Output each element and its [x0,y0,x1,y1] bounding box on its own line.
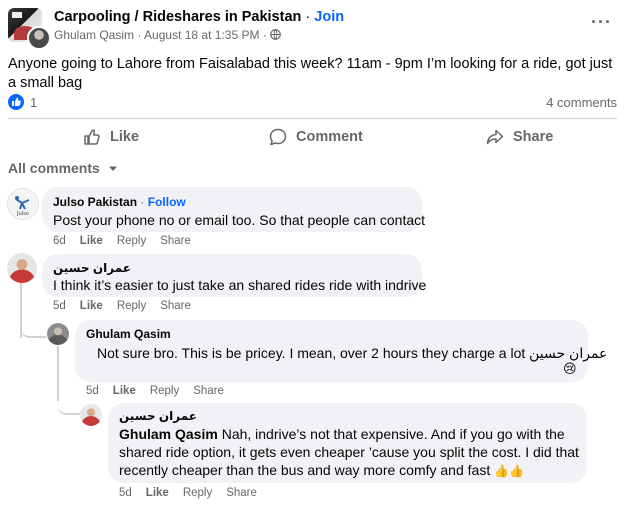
share-icon [486,129,504,145]
comment-icon [269,128,287,146]
comment-actions: 5d Like Reply Share [86,385,238,397]
join-link[interactable]: Join [314,9,344,25]
thumbs-up-emoji-icon: 👍👍 [494,464,524,478]
comment-text: Not sure bro. This is be pricey. I mean,… [97,345,608,361]
commenter-avatar[interactable] [47,323,69,345]
thread-line [57,346,59,401]
author-name-link[interactable]: Ghulam Qasim [54,28,134,42]
follow-link[interactable]: Follow [148,195,186,209]
like-button[interactable]: Like [82,126,139,148]
comment-bubble: عمران حسين I think it’s easier to just t… [42,254,426,297]
post-text: Anyone going to Lahore from Faisalabad t… [8,56,613,91]
commenter-name-link[interactable]: Ghulam Qasim [86,327,171,341]
divider [8,118,617,119]
like-icon [84,129,100,145]
comment-age[interactable]: 5d [119,487,132,499]
post-header-title: Carpooling / Rideshares in Pakistan · Jo… [54,9,345,25]
comment-age[interactable]: 5d [53,300,66,312]
reaction-count[interactable]: 1 [30,95,37,110]
comment-text: I think it’s easier to just take an shar… [53,277,427,293]
comment-actions: 5d Like Reply Share [53,300,205,312]
comment-reply-button[interactable]: Reply [183,487,212,499]
comments-count-link[interactable]: 4 comments [546,95,617,110]
comment-like-button[interactable]: Like [146,487,169,499]
comment-text: Ghulam Qasim Nah, indrive’s not that exp… [119,426,579,478]
globe-icon [270,29,282,40]
svg-text:Julso: Julso [16,211,29,217]
comment-age[interactable]: 5d [86,385,99,397]
author-avatar[interactable] [27,26,51,50]
commenter-avatar[interactable] [7,253,37,283]
thread-connector [57,395,81,415]
comment-bubble: Julso Pakistan · Follow Post your phone … [42,187,426,232]
comment-reply-button[interactable]: Reply [117,235,146,247]
mention-link[interactable]: Ghulam Qasim [119,426,218,442]
like-reaction-icon[interactable] [8,94,24,110]
comment-bubble: عمران حسين Ghulam Qasim Nah, indrive’s n… [108,403,587,483]
comment-age[interactable]: 6d [53,235,66,247]
commenter-name-link[interactable]: عمران حسين [119,409,197,423]
comment-like-button[interactable]: Like [113,385,136,397]
comment-actions: 6d Like Reply Share [53,235,205,247]
more-options-button[interactable]: ··· [591,12,612,33]
comment-share-button[interactable]: Share [193,385,224,397]
comment-bubble: Ghulam Qasim Not sure bro. This is be pr… [75,320,607,382]
comment-text: Post your phone no or email too. So that… [53,212,426,228]
commenter-avatar[interactable] [80,404,102,426]
post-meta: Ghulam Qasim · August 18 at 1:35 PM · [54,28,282,42]
comment-button[interactable]: Comment [268,126,363,148]
thread-connector [20,318,46,338]
comment-like-button[interactable]: Like [80,235,103,247]
mention-link[interactable]: عمران حسين [529,345,607,361]
comment-reply-button[interactable]: Reply [117,300,146,312]
comments-filter-dropdown[interactable]: All comments [8,160,118,176]
share-button[interactable]: Share [485,126,553,148]
commenter-avatar[interactable]: Julso [7,188,39,220]
commenter-name-link[interactable]: عمران حسين [53,261,131,275]
chevron-down-icon [108,166,117,171]
reactions-row: 1 4 comments [8,93,617,113]
comment-reply-button[interactable]: Reply [150,385,179,397]
timestamp-link[interactable]: August 18 at 1:35 PM [144,28,259,42]
comment-actions: 5d Like Reply Share [119,487,271,499]
group-name-link[interactable]: Carpooling / Rideshares in Pakistan [54,9,301,25]
sad-emoji-icon: 😢 [563,361,577,376]
commenter-name-link[interactable]: Julso Pakistan [53,195,137,209]
comment-share-button[interactable]: Share [160,300,191,312]
comment-share-button[interactable]: Share [226,487,257,499]
comment-share-button[interactable]: Share [160,235,191,247]
comment-like-button[interactable]: Like [80,300,103,312]
